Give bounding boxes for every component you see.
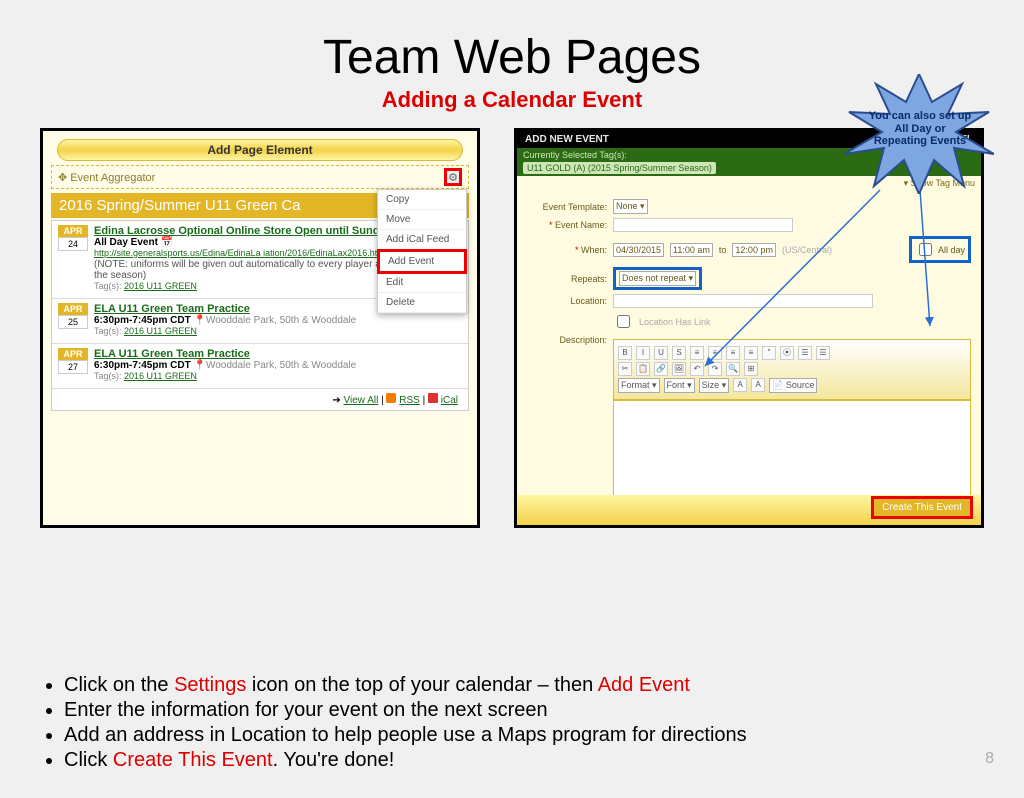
rss-icon bbox=[386, 393, 396, 403]
menu-delete[interactable]: Delete bbox=[378, 293, 466, 313]
location-input[interactable] bbox=[613, 294, 873, 308]
menu-copy[interactable]: Copy bbox=[378, 190, 466, 210]
all-day-highlight: All day bbox=[909, 236, 971, 263]
location-link-checkbox[interactable] bbox=[617, 315, 630, 328]
create-event-button[interactable]: Create This Event bbox=[871, 496, 973, 519]
instructions: Click on the Settings icon on the top of… bbox=[40, 672, 747, 774]
ical-icon bbox=[428, 393, 438, 403]
add-event-header: ADD NEW EVENT bbox=[525, 134, 609, 145]
start-time[interactable]: 11:00 am bbox=[670, 243, 713, 257]
aggregator-label: ✥ Event Aggregator bbox=[58, 171, 155, 184]
gear-icon[interactable]: ⚙ bbox=[444, 168, 462, 186]
event-item: APR27 ELA U11 Green Team Practice 6:30pm… bbox=[52, 344, 468, 389]
tag-chip: U11 GOLD (A) (2015 Spring/Summer Season) bbox=[523, 162, 716, 174]
all-day-checkbox[interactable] bbox=[919, 243, 932, 256]
bold-icon[interactable]: B bbox=[618, 346, 632, 360]
event-link[interactable]: Edina Lacrosse Optional Online Store Ope… bbox=[94, 225, 418, 237]
underline-icon[interactable]: U bbox=[654, 346, 668, 360]
list-footer: ➔ View All | RSS | iCal bbox=[52, 389, 468, 410]
template-select[interactable]: None ▾ bbox=[613, 199, 648, 214]
strike-icon[interactable]: S bbox=[672, 346, 686, 360]
menu-move[interactable]: Move bbox=[378, 210, 466, 230]
event-link[interactable]: ELA U11 Green Team Practice bbox=[94, 303, 250, 315]
italic-icon[interactable]: I bbox=[636, 346, 650, 360]
add-page-element-bar[interactable]: Add Page Element bbox=[57, 139, 463, 161]
end-time[interactable]: 12:00 pm bbox=[732, 243, 776, 257]
rss-link[interactable]: RSS bbox=[399, 395, 420, 406]
ical-link[interactable]: iCal bbox=[441, 395, 458, 406]
gear-menu: Copy Move Add iCal Feed Add Event Edit D… bbox=[377, 189, 467, 314]
description-editor[interactable] bbox=[613, 400, 971, 510]
event-link[interactable]: ELA U11 Green Team Practice bbox=[94, 348, 250, 360]
menu-edit[interactable]: Edit bbox=[378, 273, 466, 293]
page-number: 8 bbox=[985, 750, 994, 768]
menu-add-event[interactable]: Add Event bbox=[377, 249, 467, 274]
repeats-highlight: Does not repeat ▾ bbox=[613, 267, 702, 290]
date-input[interactable]: 04/30/2015 bbox=[613, 243, 664, 257]
event-name-input[interactable] bbox=[613, 218, 793, 232]
callout-text: You can also set up All Day or Repeating… bbox=[868, 110, 972, 148]
callout-starburst: You can also set up All Day or Repeating… bbox=[844, 74, 994, 194]
calendar-screenshot: Add Page Element ✥ Event Aggregator ⚙ 20… bbox=[40, 128, 480, 528]
repeats-select[interactable]: Does not repeat ▾ bbox=[619, 271, 696, 286]
menu-add-ical[interactable]: Add iCal Feed bbox=[378, 230, 466, 250]
view-all-link[interactable]: View All bbox=[343, 395, 378, 406]
editor-toolbar: B I U S ≡≡ ≡≡ "⦿ ☰☰ ✂📋 🔗🖼 ↶↷ bbox=[613, 339, 971, 400]
